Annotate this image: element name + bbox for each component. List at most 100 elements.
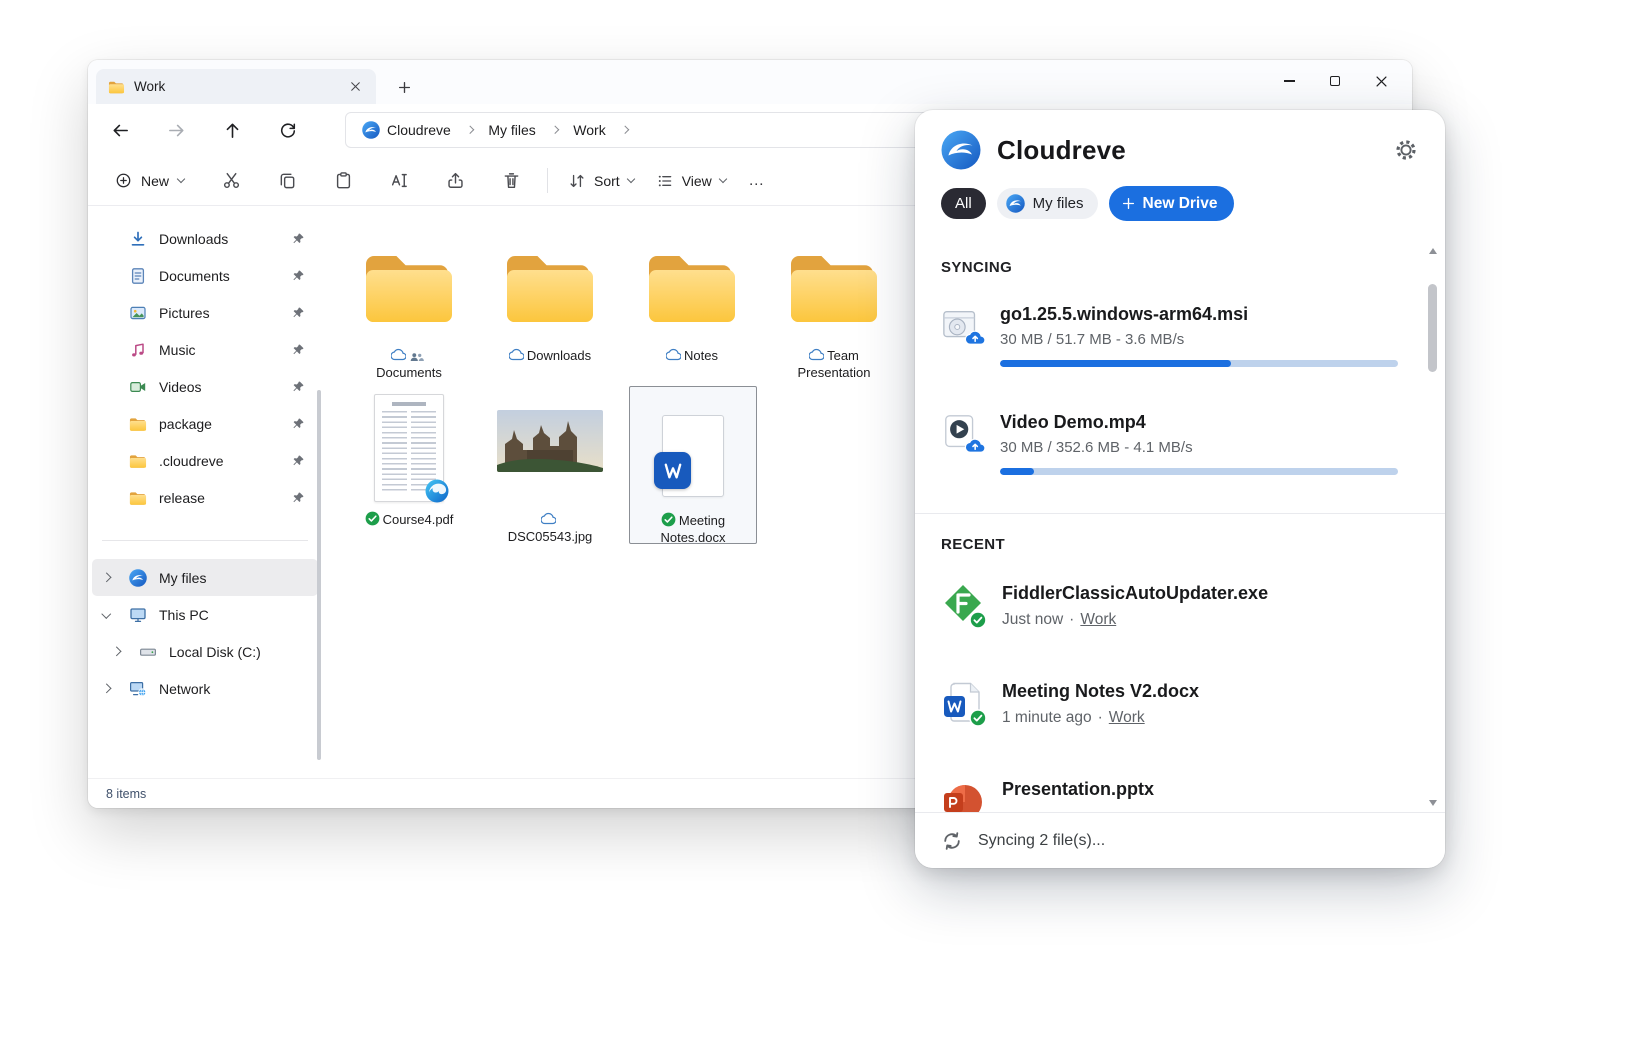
filter-all-chip[interactable]: All [941,188,986,219]
file-dsc05543-jpg[interactable]: DSC05543.jpg [484,390,616,546]
popup-body: SYNCING go1.25.5.windows-arm64.msi 30 MB… [915,242,1445,812]
shared-people-icon [409,352,425,362]
tab-close-button[interactable] [344,76,366,98]
sidebar-item-local-disk-c[interactable]: Local Disk (C:) [92,633,318,670]
sidebar-item-downloads[interactable]: Downloads [92,220,318,257]
sync-item-msi[interactable]: go1.25.5.windows-arm64.msi 30 MB / 51.7 … [941,304,1398,367]
rename-button[interactable] [377,163,421,199]
tab-strip: Work [88,60,1412,104]
clipboard-icon [334,171,353,190]
copy-button[interactable] [265,163,309,199]
cloudreve-popup: Cloudreve All My files New Drive SYNCING… [915,110,1445,868]
tab-work[interactable]: Work [96,69,376,104]
cloudreve-logo-icon [941,130,981,170]
breadcrumb-my-files[interactable]: My files [484,120,539,140]
share-button[interactable] [433,163,477,199]
recent-item-meeting-notes[interactable]: Meeting Notes V2.docx 1 minute ago · Wor… [941,681,1398,727]
sidebar-item-this-pc[interactable]: This PC [92,596,318,633]
cut-button[interactable] [209,163,253,199]
close-window-button[interactable] [1358,62,1404,100]
scroll-down-arrow-icon[interactable] [1429,800,1437,806]
sync-file-name: go1.25.5.windows-arm64.msi [1000,304,1398,325]
progress-bar [1000,360,1398,367]
sidebar-item-network[interactable]: Network [92,670,318,707]
file-course4-pdf[interactable]: Course4.pdf [343,390,475,529]
progress-bar [1000,468,1398,475]
file-meeting-notes-docx[interactable]: Meeting Notes.docx [629,386,757,544]
sidebar-item-videos[interactable]: Videos [92,368,318,405]
folder-label: Notes [642,347,742,365]
pdf-thumbnail [343,390,475,502]
back-button[interactable] [102,112,138,148]
popup-scrollbar[interactable] [1428,248,1438,806]
word-icon [654,452,691,489]
more-options-button[interactable]: … [737,163,777,199]
pin-icon [292,454,305,467]
up-button[interactable] [214,112,250,148]
rename-icon [390,171,409,190]
sync-item-video[interactable]: Video Demo.mp4 30 MB / 352.6 MB - 4.1 MB… [941,412,1398,475]
sidebar-item-cloudreve[interactable]: .cloudreve [92,442,318,479]
filter-my-files-chip[interactable]: My files [997,188,1098,219]
chevron-down-icon[interactable] [102,609,111,618]
folder-notes[interactable]: Notes [626,246,758,365]
folder-icon [129,415,147,433]
sidebar-item-my-files[interactable]: My files [92,559,318,596]
folder-icon [361,246,457,326]
pdf-text-column [382,411,407,493]
sidebar-divider [102,540,308,541]
delete-button[interactable] [489,163,533,199]
maximize-button[interactable] [1312,62,1358,100]
word-file-icon [941,681,987,727]
new-drive-button[interactable]: New Drive [1109,186,1235,221]
work-location-link[interactable]: Work [1080,611,1116,629]
breadcrumb-cloudreve[interactable]: Cloudreve [358,119,455,141]
settings-button[interactable] [1393,137,1419,163]
forward-button[interactable] [158,112,194,148]
refresh-button[interactable] [270,112,306,148]
scroll-up-arrow-icon[interactable] [1429,248,1437,254]
download-icon [129,230,147,248]
work-location-link[interactable]: Work [1109,709,1145,727]
minimize-icon [1284,80,1295,81]
new-button[interactable]: New [102,163,197,199]
chevron-right-icon[interactable] [102,572,111,581]
edge-browser-icon [424,478,450,504]
scrollbar-thumb[interactable] [1428,284,1437,372]
sync-file-detail: 30 MB / 51.7 MB - 3.6 MB/s [1000,331,1398,348]
items-count: 8 items [106,787,146,801]
sidebar-item-package[interactable]: package [92,405,318,442]
recent-item-presentation[interactable]: Presentation.pptx [941,779,1398,812]
sync-file-detail: 30 MB / 352.6 MB - 4.1 MB/s [1000,439,1398,456]
copy-icon [278,171,297,190]
mp4-video-icon [941,412,985,456]
folder-downloads[interactable]: Downloads [484,246,616,365]
recent-heading: RECENT [941,536,1398,553]
chevron-right-icon [621,126,629,134]
refresh-icon [279,121,297,139]
pin-icon [292,269,305,282]
recent-item-fiddler[interactable]: FiddlerClassicAutoUpdater.exe Just now ·… [941,583,1398,629]
folder-icon [644,246,740,326]
paste-button[interactable] [321,163,365,199]
maximize-icon [1330,76,1340,86]
network-icon [129,680,147,698]
minimize-button[interactable] [1266,62,1312,100]
new-tab-button[interactable] [390,73,418,101]
chevron-right-icon[interactable] [102,683,111,692]
folder-team-presentation[interactable]: Team Presentation [768,246,900,382]
sidebar-item-music[interactable]: Music [92,331,318,368]
folder-documents[interactable]: Documents [343,246,475,382]
breadcrumb-work[interactable]: Work [569,120,609,140]
sidebar-item-release[interactable]: release [92,479,318,516]
file-label: DSC05543.jpg [500,511,600,546]
up-arrow-icon [223,121,242,140]
chevron-right-icon[interactable] [112,646,121,655]
sidebar-item-documents[interactable]: Documents [92,257,318,294]
view-button[interactable]: View [645,163,737,199]
sort-button[interactable]: Sort [557,163,645,199]
sidebar-item-pictures[interactable]: Pictures [92,294,318,331]
sidebar-scrollbar[interactable] [317,390,321,760]
cloud-status-icon [391,347,406,362]
folder-icon [108,80,125,94]
